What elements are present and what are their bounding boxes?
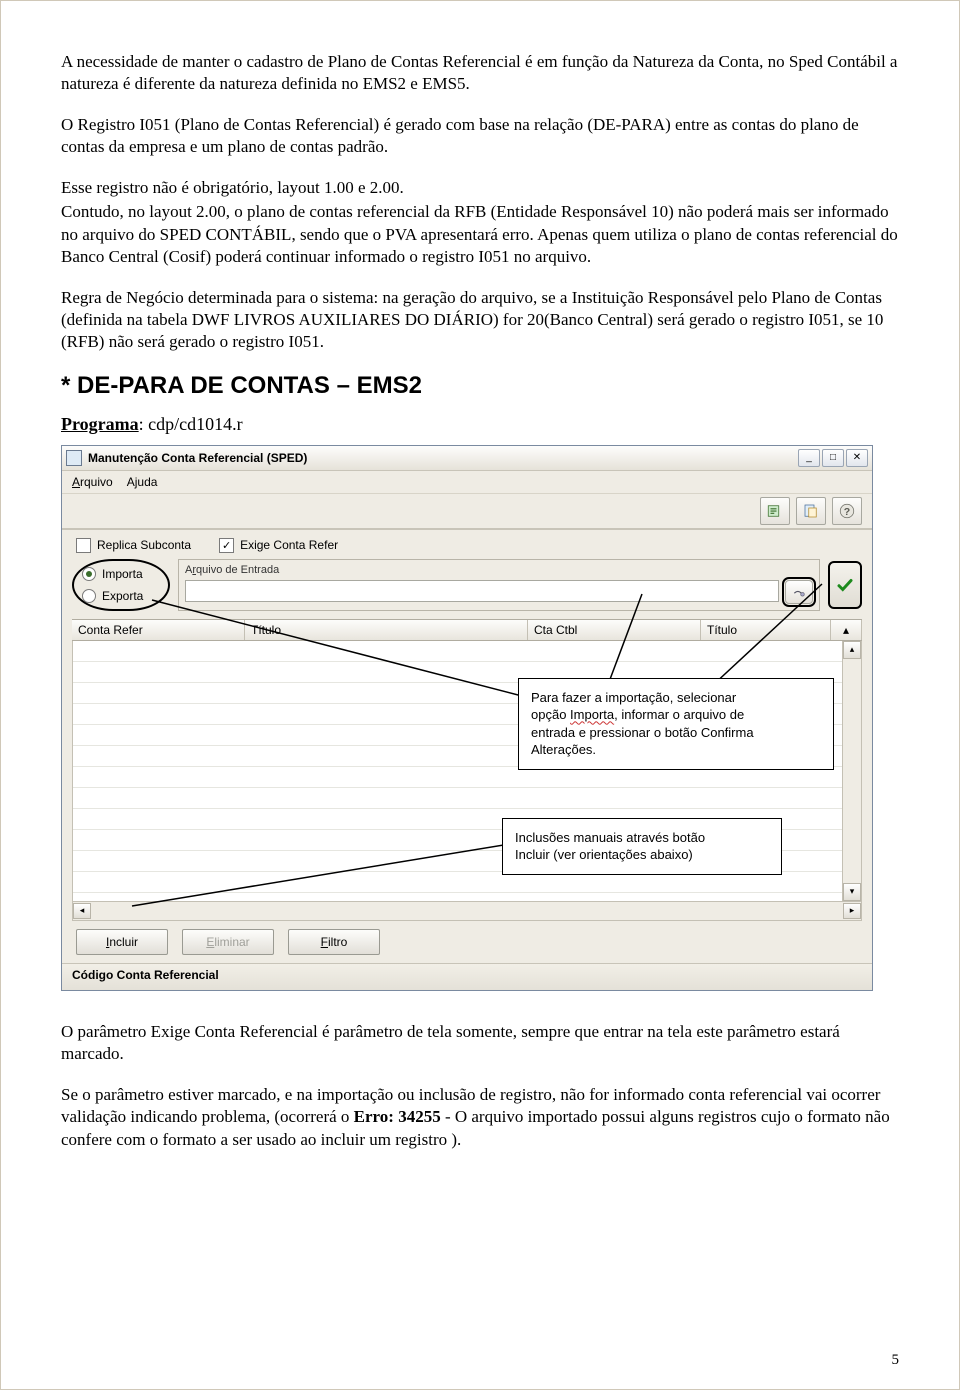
close-button[interactable]: ✕ xyxy=(846,449,868,467)
radio-importa[interactable]: Importa xyxy=(82,567,160,581)
col-cta-ctbl[interactable]: Cta Ctbl xyxy=(528,620,701,640)
menubar: Arquivo Ajuda xyxy=(62,471,872,494)
toolbar: ? xyxy=(62,494,872,530)
annotation-inclusoes: Inclusões manuais através botão Incluir … xyxy=(502,818,782,875)
filtro-button[interactable]: Filtro xyxy=(288,929,380,955)
confirm-button[interactable] xyxy=(828,561,862,609)
col-titulo[interactable]: Título xyxy=(245,620,528,640)
file-label: Arquivo de Entrada xyxy=(185,564,813,576)
file-input[interactable] xyxy=(185,580,779,602)
radio-exporta[interactable]: Exporta xyxy=(82,589,160,603)
file-field: Arquivo de Entrada xyxy=(178,559,820,611)
toolbar-help-button[interactable]: ? xyxy=(832,497,862,525)
paragraph: O Registro I051 (Plano de Contas Referen… xyxy=(61,114,899,159)
toolbar-button-1[interactable] xyxy=(760,497,790,525)
app-window: Manutenção Conta Referencial (SPED) _ □ … xyxy=(61,445,873,991)
program-line: Programa: cdp/cd1014.r xyxy=(61,414,899,435)
col-conta-refer[interactable]: Conta Refer xyxy=(72,620,245,640)
minimize-button[interactable]: _ xyxy=(798,449,820,467)
options-row: Replica Subconta ✓ Exige Conta Refer xyxy=(62,530,872,559)
svg-text:?: ? xyxy=(844,506,850,518)
menu-arquivo[interactable]: Arquivo xyxy=(72,475,113,489)
paragraph: Se o parâmetro estiver marcado, e na imp… xyxy=(61,1084,899,1151)
page-number: 5 xyxy=(892,1352,900,1369)
eliminar-button[interactable]: Eliminar xyxy=(182,929,274,955)
col-titulo-2[interactable]: Título xyxy=(701,620,831,640)
paragraph: O parâmetro Exige Conta Referencial é pa… xyxy=(61,1021,899,1066)
vertical-scrollbar[interactable]: ▴ ▾ xyxy=(842,641,861,901)
paragraph: Esse registro não é obrigatório, layout … xyxy=(61,177,899,199)
browse-button[interactable] xyxy=(785,580,813,604)
titlebar: Manutenção Conta Referencial (SPED) _ □ … xyxy=(62,446,872,471)
paragraph: Regra de Negócio determinada para o sist… xyxy=(61,287,899,354)
toolbar-button-2[interactable] xyxy=(796,497,826,525)
checkbox-exige-conta-refer[interactable]: ✓ Exige Conta Refer xyxy=(219,538,338,553)
incluir-button[interactable]: Incluir xyxy=(76,929,168,955)
paragraph: A necessidade de manter o cadastro de Pl… xyxy=(61,51,899,96)
paragraph: Contudo, no layout 2.00, o plano de cont… xyxy=(61,201,899,268)
section-heading: * DE-PARA DE CONTAS – EMS2 xyxy=(61,372,899,400)
app-icon xyxy=(66,450,82,466)
scroll-up-header[interactable]: ▴ xyxy=(831,620,862,640)
horizontal-scrollbar[interactable]: ◂ ▸ xyxy=(72,902,862,921)
maximize-button[interactable]: □ xyxy=(822,449,844,467)
statusbar: Código Conta Referencial xyxy=(62,963,872,990)
menu-ajuda[interactable]: Ajuda xyxy=(127,475,158,489)
import-export-group: Importa Exporta xyxy=(72,559,170,611)
annotation-importacao: Para fazer a importação, selecionar opçã… xyxy=(518,678,834,770)
window-title: Manutenção Conta Referencial (SPED) xyxy=(88,451,798,465)
checkbox-replica-subconta[interactable]: Replica Subconta xyxy=(76,538,191,553)
